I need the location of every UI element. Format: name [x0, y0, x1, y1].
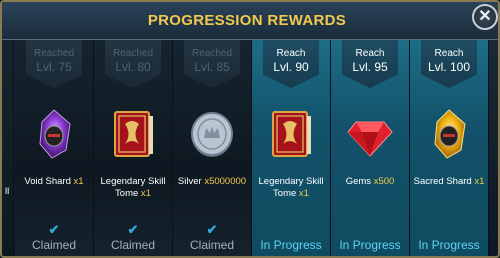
reward-name: Silver x5000000	[175, 176, 249, 188]
reward-name-text: Sacred Shard	[413, 176, 475, 187]
level-state-label: Reached	[33, 48, 75, 59]
level-banner: Reached Lvl. 85	[184, 40, 240, 88]
level-state-label: Reach	[276, 48, 306, 59]
reward-name: Sacred Shard x1	[412, 176, 486, 188]
reward-card[interactable]: Reach Lvl. 90 Legendary Skill Tome x1 In P…	[252, 40, 331, 256]
checkmark-icon: ✔	[206, 222, 218, 237]
reward-card[interactable]: Reached Lvl. 75 Void Shard x1 ✔ Claimed	[15, 40, 94, 256]
level-banner: Reached Lvl. 80	[105, 40, 161, 88]
checkmark-icon: ✔	[127, 222, 139, 237]
checkmark-icon: ✔	[48, 222, 60, 237]
level-value: Lvl. 90	[273, 60, 309, 74]
reward-status: In Progress	[260, 238, 322, 252]
legendary-skill-tome-icon[interactable]	[105, 106, 161, 162]
reward-name-text: Legendary Skill Tome	[100, 176, 166, 199]
window-header: PROGRESSION REWARDS ✕	[2, 2, 498, 40]
level-state-label: Reach	[355, 48, 385, 59]
partial-reward-card: ll	[2, 40, 14, 256]
reward-quantity: x1	[73, 176, 84, 187]
level-value: Lvl. 75	[36, 60, 72, 74]
rewards-strip[interactable]: ll Reached Lvl. 75 Void Shard x1 ✔ Claimed R…	[2, 40, 498, 256]
reward-card[interactable]: Reached Lvl. 85 Silver x5000000 ✔ Claimed	[173, 40, 252, 256]
reward-quantity: x5000000	[204, 176, 247, 187]
level-state-label: Reach	[434, 48, 464, 59]
level-banner: Reach Lvl. 100	[421, 40, 477, 88]
reward-name: Legendary Skill Tome x1	[254, 176, 328, 200]
window-title: PROGRESSION REWARDS	[147, 12, 347, 29]
legendary-skill-tome-icon[interactable]	[263, 106, 319, 162]
reward-name-text: Void Shard	[24, 176, 74, 187]
level-value: Lvl. 95	[352, 60, 388, 74]
reward-name-text: Legendary Skill Tome	[258, 176, 324, 199]
reward-status: In Progress	[418, 238, 480, 252]
reward-status: Claimed	[110, 238, 155, 252]
reward-quantity: x1	[140, 188, 151, 199]
partial-reward-label: ll	[5, 186, 10, 197]
reward-quantity: x500	[373, 176, 395, 187]
level-value: Lvl. 100	[427, 60, 471, 74]
reward-status: Claimed	[189, 238, 234, 252]
reward-card[interactable]: Reached Lvl. 80 Legendary Skill Tome x1 ✔ C…	[94, 40, 173, 256]
reward-status: Claimed	[31, 238, 76, 252]
reward-name: Gems x500	[333, 176, 407, 188]
reward-name: Void Shard x1	[17, 176, 91, 188]
level-banner: Reach Lvl. 95	[342, 40, 398, 88]
reward-card[interactable]: Reach Lvl. 95 Gems x500 In Progress	[331, 40, 410, 256]
sacred-shard-icon[interactable]	[421, 106, 477, 162]
gem-icon[interactable]	[342, 106, 398, 162]
close-button[interactable]: ✕	[472, 4, 498, 30]
reward-quantity: x1	[298, 188, 309, 199]
level-value: Lvl. 80	[115, 60, 151, 74]
level-state-label: Reached	[191, 48, 233, 59]
reward-name: Legendary Skill Tome x1	[96, 176, 170, 200]
level-banner: Reach Lvl. 90	[263, 40, 319, 88]
level-banner: Reached Lvl. 75	[26, 40, 82, 88]
reward-status: In Progress	[339, 238, 401, 252]
level-state-label: Reached	[112, 48, 154, 59]
reward-name-text: Silver	[177, 176, 205, 187]
level-value: Lvl. 85	[194, 60, 230, 74]
reward-card[interactable]: Reach Lvl. 100 Sacred Shard x1 In Progress	[410, 40, 489, 256]
progression-rewards-window: PROGRESSION REWARDS ✕ ll Reached Lvl. 75 …	[0, 0, 500, 258]
silver-coin-icon[interactable]	[184, 106, 240, 162]
void-shard-icon[interactable]	[26, 106, 82, 162]
reward-name-text: Gems	[345, 176, 374, 187]
reward-quantity: x1	[474, 176, 485, 187]
